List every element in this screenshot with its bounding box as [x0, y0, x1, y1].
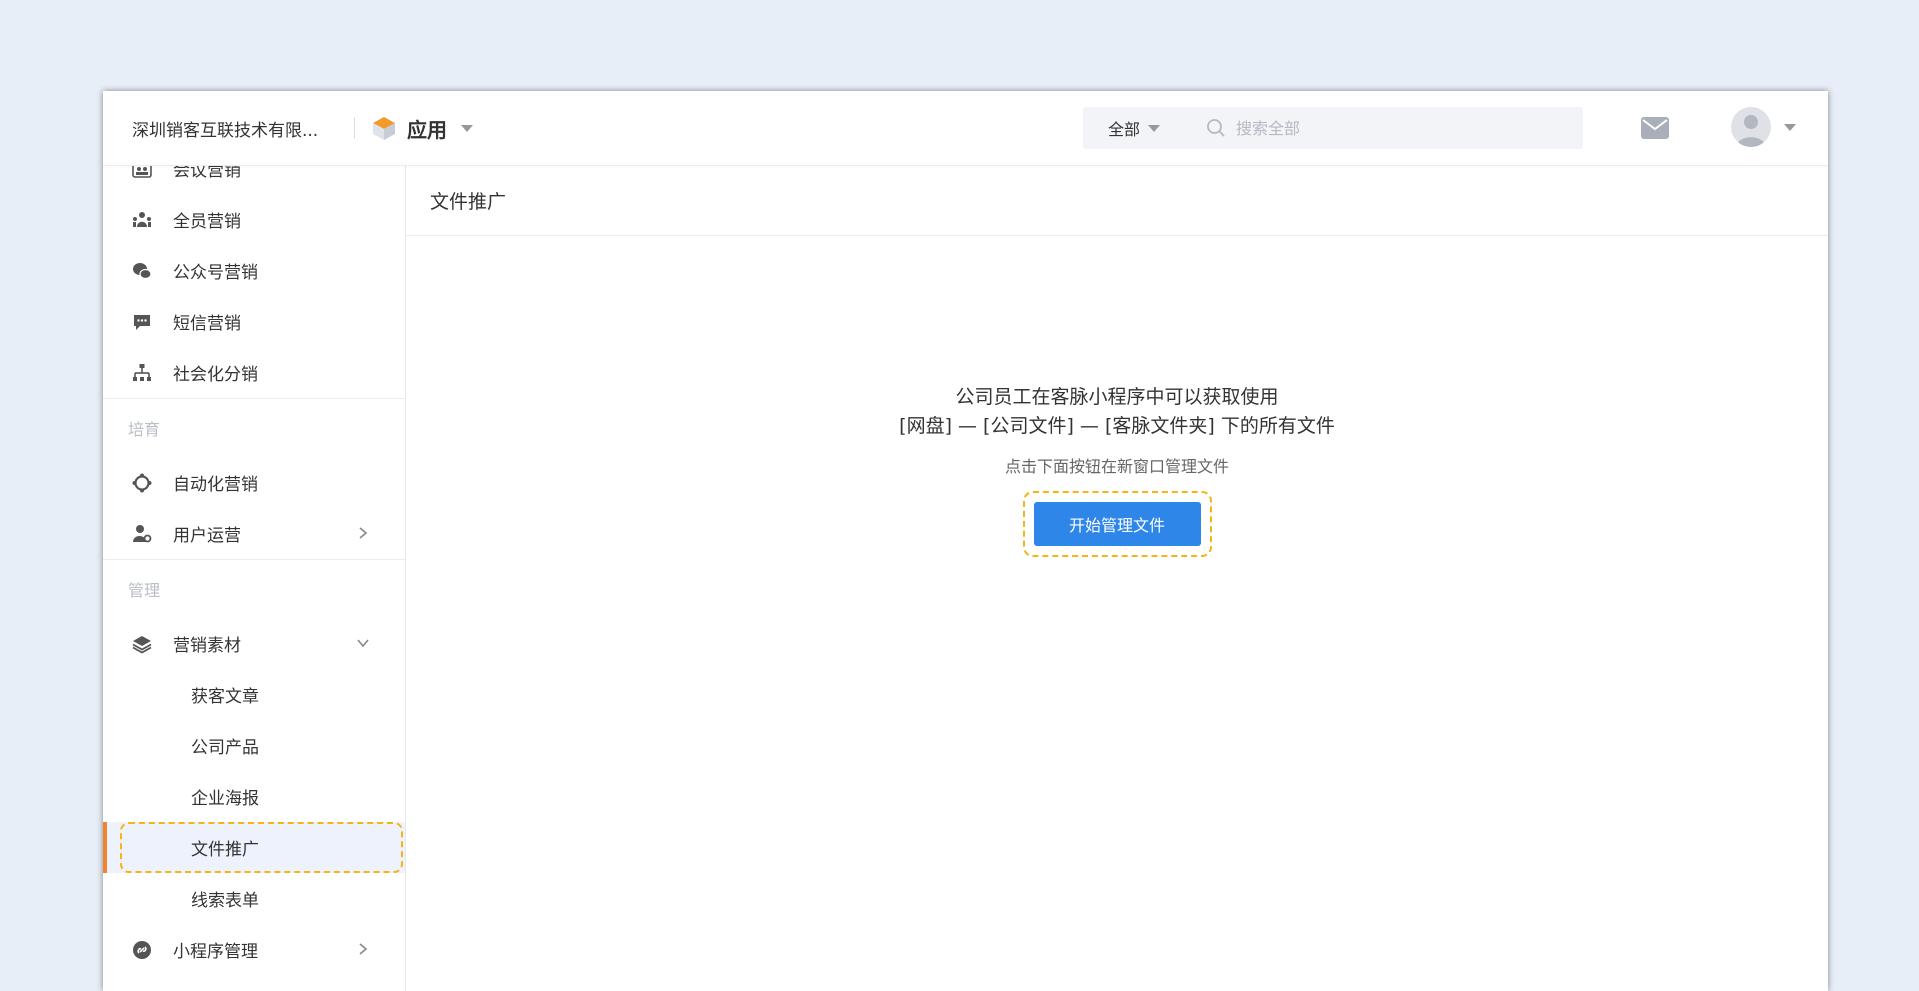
chevron-right-icon	[359, 943, 368, 955]
sidebar-item-label: 全员营销	[173, 212, 241, 232]
sidebar-subitem-articles[interactable]: 获客文章	[103, 669, 405, 720]
chevron-right-icon	[359, 527, 368, 539]
search-icon	[1207, 119, 1225, 137]
app-window: 深圳销客互联技术有限... 应用 全部 搜索全部 会议营销 全员营销 公众号营销…	[103, 91, 1828, 991]
hint-text: 点击下面按钮在新窗口管理文件	[1004, 457, 1229, 476]
sidebar-item-label: 获客文章	[191, 687, 259, 707]
mail-icon[interactable]	[1640, 116, 1670, 140]
sidebar-item-label: 用户运营	[173, 526, 241, 546]
app-switcher-label[interactable]: 应用	[407, 114, 447, 143]
company-name[interactable]: 深圳销客互联技术有限...	[132, 116, 332, 141]
highlight-box: 开始管理文件	[1022, 491, 1212, 557]
sidebar-item-label: 文件推广	[191, 840, 259, 860]
search-scope-label: 全部	[1108, 120, 1141, 139]
chevron-down-icon[interactable]	[1784, 124, 1796, 131]
sidebar-item-label: 企业海报	[191, 789, 259, 809]
sidebar-item-label: 公司产品	[191, 738, 259, 758]
sidebar-item-sms-marketing[interactable]: 短信营销	[103, 296, 405, 347]
user-avatar-icon	[1731, 107, 1771, 147]
chevron-down-icon[interactable]	[461, 124, 473, 132]
sidebar-item-miniprogram-management[interactable]: 小程序管理	[103, 924, 405, 975]
main-content: 文件推广 公司员工在客脉小程序中可以获取使用 [网盘] — [公司文件] — […	[406, 165, 1828, 991]
group-title-manage: 管理	[128, 581, 161, 600]
start-manage-files-button[interactable]: 开始管理文件	[1033, 502, 1201, 546]
sidebar: 会议营销 全员营销 公众号营销 短信营销 社会化分销 培育 自动化营销 用户运营…	[103, 165, 406, 991]
chevron-down-icon	[357, 639, 369, 648]
top-header: 深圳销客互联技术有限... 应用 全部	[103, 91, 1828, 166]
link-icon	[133, 941, 151, 959]
description-line-1: 公司员工在客脉小程序中可以获取使用	[955, 386, 1279, 408]
layers-icon	[132, 636, 152, 654]
search-input[interactable]	[1234, 117, 1539, 139]
app-logo-icon	[373, 117, 395, 140]
sidebar-subitem-posters[interactable]: 企业海报	[103, 771, 405, 822]
user-settings-icon	[133, 525, 152, 543]
sidebar-item-automation-marketing[interactable]: 自动化营销	[103, 457, 405, 508]
description-line-2: [网盘] — [公司文件] — [客脉文件夹] 下的所有文件	[899, 415, 1335, 437]
global-search: 全部	[1083, 107, 1583, 149]
sidebar-item-meeting-marketing[interactable]: 会议营销	[103, 165, 405, 194]
sidebar-item-user-operations[interactable]: 用户运营	[103, 508, 405, 559]
people-icon	[133, 212, 151, 227]
sidebar-item-label: 线索表单	[191, 891, 259, 911]
page-title: 文件推广	[406, 165, 1828, 236]
sidebar-item-label: 营销素材	[173, 636, 241, 656]
highlight-box	[120, 822, 403, 873]
sidebar-item-label: 短信营销	[173, 314, 241, 334]
sidebar-subitem-lead-forms[interactable]: 线索表单	[103, 873, 405, 924]
empty-state-panel: 公司员工在客脉小程序中可以获取使用 [网盘] — [公司文件] — [客脉文件夹…	[406, 383, 1828, 557]
sidebar-subitem-file-promotion[interactable]: 文件推广	[103, 822, 405, 873]
wechat-icon	[133, 263, 152, 280]
avatar[interactable]	[1731, 107, 1771, 147]
sidebar-item-label: 自动化营销	[173, 475, 258, 495]
search-scope-select[interactable]: 全部	[1108, 116, 1161, 140]
sidebar-item-wechat-marketing[interactable]: 公众号营销	[103, 245, 405, 296]
sidebar-item-label: 会议营销	[173, 165, 241, 181]
sidebar-item-label: 小程序管理	[173, 942, 258, 962]
group-title-cultivate: 培育	[128, 420, 161, 439]
header-divider	[354, 117, 355, 139]
sidebar-item-marketing-materials[interactable]: 营销素材	[103, 618, 405, 669]
chevron-down-icon	[1148, 124, 1161, 132]
sidebar-subitem-products[interactable]: 公司产品	[103, 720, 405, 771]
sidebar-item-social-distribution[interactable]: 社会化分销	[103, 347, 405, 398]
sidebar-item-all-staff-marketing[interactable]: 全员营销	[103, 194, 405, 245]
sms-icon	[134, 315, 150, 330]
meeting-icon	[132, 165, 152, 178]
sidebar-item-label: 社会化分销	[173, 365, 258, 385]
org-chart-icon	[133, 364, 151, 381]
automation-icon	[132, 473, 152, 493]
sidebar-item-label: 公众号营销	[173, 263, 258, 283]
